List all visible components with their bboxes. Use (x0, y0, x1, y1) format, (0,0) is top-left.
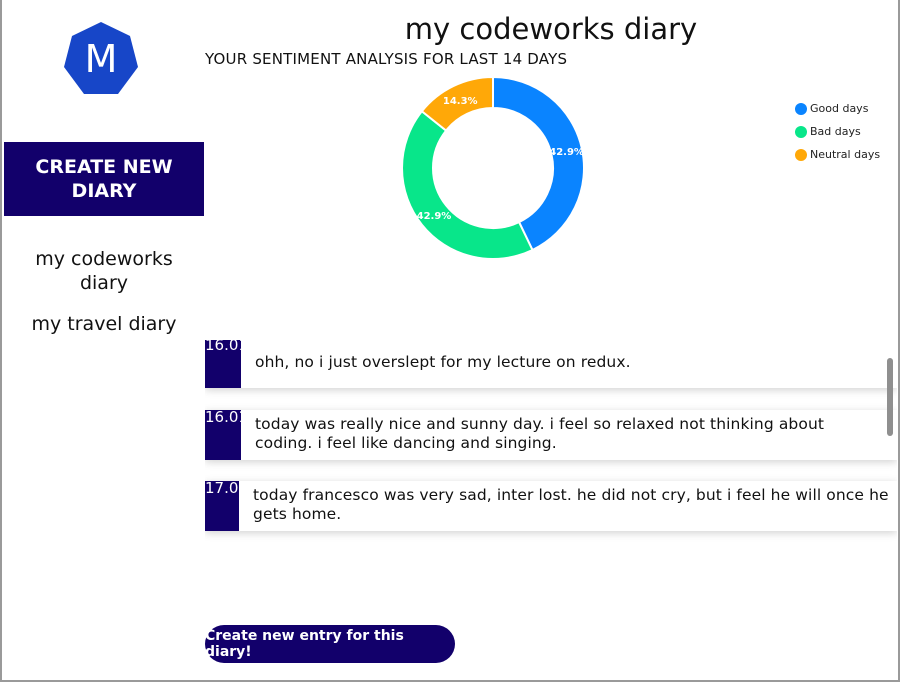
entry-text: today francesco was very sad, inter lost… (253, 486, 889, 523)
sentiment-donut-chart: 42.9% 42.9% 14.3% (205, 70, 897, 270)
slice-bad[interactable] (401, 109, 534, 260)
legend-label: Good days (810, 102, 869, 115)
slice-label: 42.9% (417, 211, 452, 222)
sidebar-item-travel-diary[interactable]: my travel diary (4, 312, 204, 336)
slice-label: 42.9% (549, 147, 584, 158)
legend-item-neutral[interactable]: Neutral days (795, 143, 880, 166)
entry-text: today was really nice and sunny day. i f… (255, 415, 825, 452)
sidebar-item-codeworks-diary[interactable]: my codeworks diary (4, 247, 204, 295)
entry-date: 16.01 (205, 340, 248, 388)
entry-date-text: 16.01 (205, 408, 248, 426)
create-new-entry-button[interactable]: Create new entry for this diary! (205, 625, 455, 663)
legend-item-good[interactable]: Good days (795, 97, 880, 120)
legend-dot-icon (795, 102, 807, 115)
entry-text: ohh, no i just overslept for my lecture … (255, 353, 631, 371)
entry-card[interactable]: 16.01 today was really nice and sunny da… (205, 408, 897, 460)
entry-card[interactable]: 17.01 today francesco was very sad, inte… (205, 479, 897, 531)
logo-letter: M (85, 37, 118, 81)
sidebar-item-label: my codeworks diary (35, 248, 173, 294)
entry-list-scrollbar[interactable] (887, 358, 893, 436)
donut-svg: 42.9% 42.9% 14.3% (401, 75, 585, 260)
entry-card[interactable]: 16.01 ohh, no i just overslept for my le… (205, 340, 897, 388)
logo: M (62, 20, 140, 98)
page-subtitle: YOUR SENTIMENT ANALYSIS FOR LAST 14 DAYS (205, 50, 568, 68)
sidebar-item-label: my travel diary (31, 313, 177, 335)
legend-label: Bad days (810, 125, 861, 138)
entry-date: 17.01 (205, 479, 248, 531)
slice-label: 14.3% (443, 96, 478, 107)
entry-list[interactable]: 16.01 ohh, no i just overslept for my le… (205, 340, 897, 546)
legend-dot-icon (795, 148, 807, 161)
entry-date-text: 17.01 (205, 479, 248, 497)
create-new-diary-label: CREATE NEW DIARY (35, 156, 173, 202)
legend-label: Neutral days (810, 148, 881, 161)
legend-item-bad[interactable]: Bad days (795, 120, 880, 143)
create-new-diary-button[interactable]: CREATE NEW DIARY (4, 142, 204, 216)
entry-date-text: 16.01 (205, 340, 248, 354)
chart-legend: Good days Bad days Neutral days (795, 97, 880, 166)
legend-dot-icon (795, 125, 807, 138)
slice-good[interactable] (492, 75, 585, 252)
page-title: my codeworks diary (404, 12, 698, 46)
logo-heptagon-icon: M (64, 22, 138, 94)
entry-date: 16.01 (205, 408, 248, 460)
